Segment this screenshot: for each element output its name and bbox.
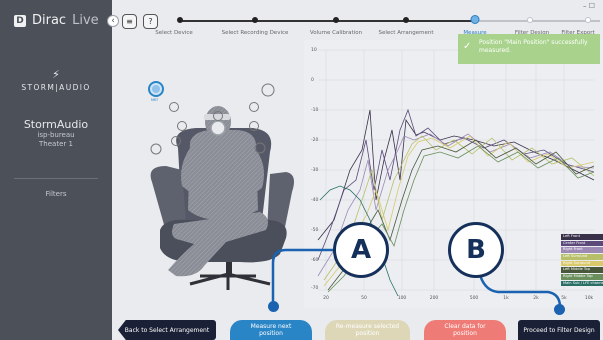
callout-b-dot [554, 304, 565, 315]
callout-marker-a: A [333, 222, 389, 278]
measure-next-position-button[interactable]: Measure next position [230, 320, 312, 340]
remeasure-label-line1: Re-measure selected [335, 323, 400, 330]
remeasure-label-line2: position [355, 330, 380, 337]
callout-a-dot [268, 301, 279, 312]
callout-lines [271, 248, 562, 308]
proceed-to-filter-design-button[interactable]: Proceed to Filter Design [518, 320, 600, 340]
clear-label-line1: Clear data for [444, 323, 486, 330]
clear-label-line2: position [453, 330, 477, 337]
clear-data-button[interactable]: Clear data for position [424, 320, 506, 340]
remeasure-selected-position-button[interactable]: Re-measure selected position [325, 320, 410, 340]
back-to-select-arrangement-button[interactable]: Back to Select Arrangement [118, 320, 216, 340]
measure-label-line2: position [259, 330, 283, 337]
app-window: D Dirac Live ⚡ STORM|AUDIO StormAudio is… [0, 0, 603, 340]
callout-marker-b: B [448, 222, 504, 278]
measure-label-line1: Measure next [250, 323, 292, 330]
